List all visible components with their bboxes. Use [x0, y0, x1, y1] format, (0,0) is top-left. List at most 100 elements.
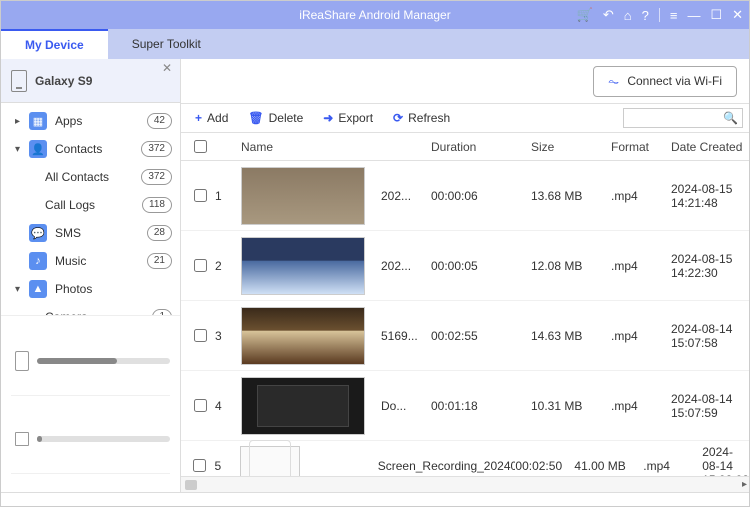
connect-wifi-button[interactable]: ⏦ Connect via Wi-Fi [593, 66, 737, 97]
wifi-label: Connect via Wi-Fi [627, 74, 722, 88]
table-row[interactable]: 2 202... 00:00:05 12.08 MB .mp4 2024-08-… [181, 231, 749, 301]
scrollbar-handle[interactable] [185, 480, 197, 490]
cell-date: 2024-08-14 15:08:02 [702, 445, 749, 477]
horizontal-scrollbar[interactable]: ▸ [181, 476, 749, 492]
table-row[interactable]: 3 5169... 00:02:55 14.63 MB .mp4 2024-08… [181, 301, 749, 371]
row-checkbox[interactable] [194, 399, 207, 412]
plus-icon: + [195, 111, 202, 125]
sidebar-item-contacts[interactable]: ▾👤Contacts372 [1, 135, 180, 163]
cell-date: 2024-08-14 15:07:58 [671, 322, 749, 350]
sidebar-item-photos[interactable]: ▾▲Photos [1, 275, 180, 303]
sidebar-tree: ▸▦Apps42 ▾👤Contacts372 All Contacts372 C… [1, 103, 180, 315]
wifi-icon: ⏦ [608, 73, 619, 90]
sd-storage-bar [37, 436, 170, 442]
row-checkbox[interactable] [194, 259, 207, 272]
tab-my-device[interactable]: My Device [1, 29, 108, 59]
table-row[interactable]: 1 202... 00:00:06 13.68 MB .mp4 2024-08-… [181, 161, 749, 231]
search-input[interactable]: 🔍 [623, 108, 743, 128]
column-format[interactable]: Format [611, 140, 671, 154]
device-name: Galaxy S9 [35, 74, 92, 88]
top-tabs: My Device Super Toolkit [1, 29, 749, 59]
back-icon[interactable]: ↶ [603, 7, 614, 23]
cell-date: 2024-08-15 14:21:48 [671, 182, 749, 210]
apps-icon: ▦ [29, 112, 47, 130]
sidebar-item-call-logs[interactable]: Call Logs118 [1, 191, 180, 219]
internal-storage-icon [15, 351, 29, 371]
divider [659, 8, 660, 22]
cell-format: .mp4 [643, 459, 702, 473]
column-date[interactable]: Date Created [671, 140, 749, 154]
cell-format: .mp4 [611, 189, 671, 203]
export-button[interactable]: ➜Export [315, 108, 381, 128]
table-row[interactable]: 5 Screen_Recording_20240... 00:02:50 41.… [181, 441, 749, 476]
sidebar-item-all-contacts[interactable]: All Contacts372 [1, 163, 180, 191]
sidebar-item-music[interactable]: ♪Music21 [1, 247, 180, 275]
cell-size: 10.31 MB [531, 399, 611, 413]
sms-icon: 💬 [29, 224, 47, 242]
cell-format: .mp4 [611, 329, 671, 343]
internal-storage-bar [37, 358, 170, 364]
cart-icon[interactable]: 🛒 [577, 7, 593, 23]
table-row[interactable]: 4 Do... 00:01:18 10.31 MB .mp4 2024-08-1… [181, 371, 749, 441]
scroll-right-icon[interactable]: ▸ [742, 479, 747, 490]
contacts-icon: 👤 [29, 140, 47, 158]
cell-duration: 00:00:06 [431, 189, 531, 203]
table-header: Name Duration Size Format Date Created [181, 133, 749, 161]
cell-size: 14.63 MB [531, 329, 611, 343]
device-tab[interactable]: Galaxy S9 ✕ [1, 59, 180, 103]
home-icon[interactable]: ⌂ [624, 8, 632, 23]
row-checkbox[interactable] [194, 329, 207, 342]
tab-super-toolkit[interactable]: Super Toolkit [108, 29, 225, 59]
cell-size: 41.00 MB [574, 459, 643, 473]
cell-format: .mp4 [611, 259, 671, 273]
app-title: iReaShare Android Manager [299, 8, 450, 22]
toolbar: +Add 🗑Delete ➜Export ⟳Refresh 🔍 [181, 103, 749, 133]
trash-icon: 🗑 [248, 111, 263, 125]
select-all-checkbox[interactable] [194, 140, 207, 153]
cell-size: 13.68 MB [531, 189, 611, 203]
cell-duration: 00:01:18 [431, 399, 531, 413]
cell-format: .mp4 [611, 399, 671, 413]
device-close-icon[interactable]: ✕ [162, 61, 172, 75]
close-icon[interactable]: ✕ [732, 7, 743, 23]
sd-card-icon [15, 432, 29, 446]
cell-duration: 00:02:55 [431, 329, 531, 343]
sidebar-item-sms[interactable]: 💬SMS28 [1, 219, 180, 247]
menu-icon[interactable]: ≡ [670, 8, 678, 23]
status-bar [1, 492, 749, 508]
help-icon[interactable]: ? [642, 8, 649, 23]
refresh-button[interactable]: ⟳Refresh [385, 108, 458, 128]
maximize-icon[interactable]: ☐ [710, 7, 722, 23]
column-duration[interactable]: Duration [431, 140, 531, 154]
cell-duration: 00:00:05 [431, 259, 531, 273]
cell-name: Do... [381, 399, 431, 413]
column-size[interactable]: Size [531, 140, 611, 154]
video-thumbnail [241, 167, 365, 225]
row-checkbox[interactable] [193, 459, 206, 472]
minimize-icon[interactable]: — [687, 8, 700, 23]
music-icon: ♪ [29, 252, 47, 270]
content-area: ⏦ Connect via Wi-Fi +Add 🗑Delete ➜Export… [181, 59, 749, 492]
cell-date: 2024-08-15 14:22:30 [671, 252, 749, 280]
storage-panel [1, 315, 180, 492]
column-name[interactable]: Name [241, 140, 381, 154]
cell-name: 202... [381, 259, 431, 273]
sidebar-item-camera[interactable]: Camera1 [1, 303, 180, 315]
row-checkbox[interactable] [194, 189, 207, 202]
table-body: 1 202... 00:00:06 13.68 MB .mp4 2024-08-… [181, 161, 749, 476]
add-button[interactable]: +Add [187, 108, 236, 128]
cell-name: Screen_Recording_20240... [378, 459, 516, 473]
video-thumbnail [241, 237, 365, 295]
refresh-icon: ⟳ [393, 111, 403, 125]
cell-name: 202... [381, 189, 431, 203]
cell-name: 5169... [381, 329, 431, 343]
export-icon: ➜ [323, 111, 333, 125]
sidebar-item-apps[interactable]: ▸▦Apps42 [1, 107, 180, 135]
search-icon: 🔍 [723, 111, 738, 125]
photos-icon: ▲ [29, 280, 47, 298]
cell-date: 2024-08-14 15:07:59 [671, 392, 749, 420]
cell-duration: 00:02:50 [515, 459, 574, 473]
phone-icon [11, 70, 27, 92]
connect-bar: ⏦ Connect via Wi-Fi [181, 59, 749, 103]
delete-button[interactable]: 🗑Delete [240, 108, 311, 128]
